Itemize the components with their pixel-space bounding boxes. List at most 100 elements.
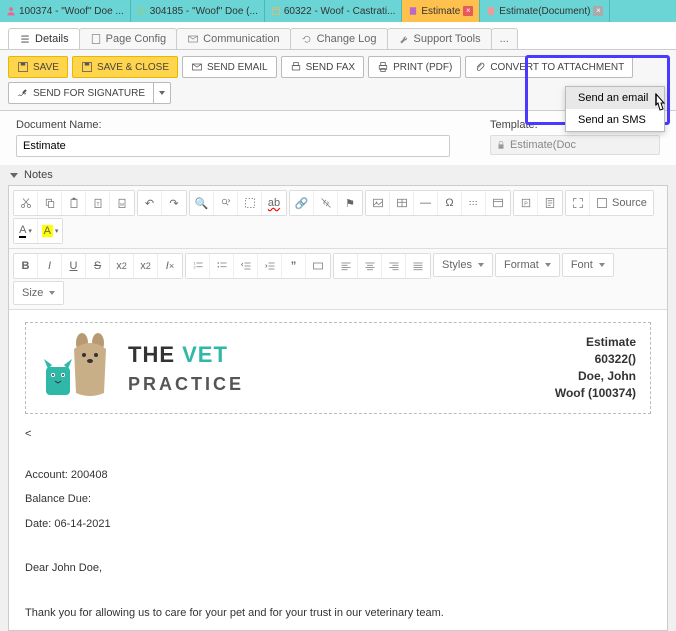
tab-estimate-active[interactable]: Estimate × xyxy=(402,0,480,22)
numbered-list-button[interactable]: 12 xyxy=(186,254,210,278)
format-dropdown[interactable]: Format xyxy=(495,253,560,277)
text-color-button[interactable]: A▾ xyxy=(14,219,38,243)
document-icon xyxy=(486,6,496,16)
bg-color-button[interactable]: A▾ xyxy=(38,219,62,243)
calendar-icon xyxy=(271,6,281,16)
insert-paragraph-button[interactable]: P xyxy=(514,191,538,215)
close-icon[interactable]: × xyxy=(593,6,603,16)
wrench-icon xyxy=(398,33,410,45)
templates-button[interactable] xyxy=(538,191,562,215)
svg-text:2: 2 xyxy=(193,265,195,269)
chevron-down-icon xyxy=(159,91,165,95)
paste-button[interactable] xyxy=(62,191,86,215)
paste-text-button[interactable]: T xyxy=(86,191,110,215)
fax-icon xyxy=(290,61,302,73)
send-signature-button[interactable]: SEND FOR SIGNATURE xyxy=(8,82,153,104)
align-left-button[interactable] xyxy=(334,254,358,278)
tab-details[interactable]: Details xyxy=(8,28,80,49)
tab-estimate-document[interactable]: Estimate(Document) × xyxy=(480,0,610,22)
anchor-button[interactable]: ⚑ xyxy=(338,191,362,215)
practice-logo: THE VET PRACTICE xyxy=(40,333,244,403)
italic-button[interactable]: I xyxy=(38,254,62,278)
spellcheck-button[interactable]: ab xyxy=(262,191,286,215)
document-icon xyxy=(408,6,418,16)
button-label: PRINT (PDF) xyxy=(393,62,452,73)
body-paragraph: Thank you for allowing us to care for yo… xyxy=(25,605,651,622)
select-all-button[interactable] xyxy=(238,191,262,215)
tab-calendar-60322[interactable]: 60322 - Woof - Castrati... xyxy=(265,0,403,22)
send-fax-button[interactable]: SEND FAX xyxy=(281,56,364,78)
tab-support-tools[interactable]: Support Tools xyxy=(387,28,492,49)
size-dropdown[interactable]: Size xyxy=(13,281,64,305)
editor-toolbar-row-2: B I U S x2 x2 I× 12 ” Styles Format Font… xyxy=(9,249,667,310)
maximize-button[interactable] xyxy=(566,191,590,215)
send-signature-dropdown-toggle[interactable] xyxy=(153,82,171,104)
source-button[interactable]: Source xyxy=(590,191,653,215)
align-right-button[interactable] xyxy=(382,254,406,278)
notes-section-header[interactable]: Notes xyxy=(0,165,676,185)
table-button[interactable] xyxy=(390,191,414,215)
close-icon[interactable]: × xyxy=(463,6,473,16)
attachment-icon xyxy=(474,61,486,73)
undo-button[interactable]: ↶ xyxy=(138,191,162,215)
template-icon xyxy=(544,197,556,209)
font-dropdown[interactable]: Font xyxy=(562,253,614,277)
indent-button[interactable] xyxy=(258,254,282,278)
outdent-button[interactable] xyxy=(234,254,258,278)
tab-label: Details xyxy=(35,33,69,45)
unlink-button[interactable] xyxy=(314,191,338,215)
underline-button[interactable]: U xyxy=(62,254,86,278)
lock-icon xyxy=(496,140,506,150)
send-email-button[interactable]: SEND EMAIL xyxy=(182,56,277,78)
convert-attachment-button[interactable]: CONVERT TO ATTACHMENT xyxy=(465,56,633,78)
align-justify-button[interactable] xyxy=(406,254,430,278)
align-center-button[interactable] xyxy=(358,254,382,278)
div-button[interactable] xyxy=(306,254,330,278)
tab-change-log[interactable]: Change Log xyxy=(290,28,388,49)
subscript-button[interactable]: x2 xyxy=(110,254,134,278)
image-button[interactable] xyxy=(366,191,390,215)
table-icon xyxy=(396,197,408,209)
superscript-button[interactable]: x2 xyxy=(134,254,158,278)
pagebreak-button[interactable] xyxy=(462,191,486,215)
blockquote-button[interactable]: ” xyxy=(282,254,306,278)
tab-more[interactable]: ... xyxy=(491,28,518,49)
iframe-icon xyxy=(492,197,504,209)
redo-button[interactable]: ↷ xyxy=(162,191,186,215)
tab-patient-100374[interactable]: 100374 - "Woof" Doe ... xyxy=(0,0,131,22)
copy-icon xyxy=(44,197,56,209)
link-button[interactable]: 🔗 xyxy=(290,191,314,215)
bold-button[interactable]: B xyxy=(14,254,38,278)
chevron-down-icon xyxy=(599,263,605,267)
cut-button[interactable] xyxy=(14,191,38,215)
tab-patient-304185[interactable]: 304185 - "Woof" Doe (... xyxy=(131,0,265,22)
doc-name-input[interactable] xyxy=(16,135,450,157)
dropdown-label: Styles xyxy=(442,259,472,271)
remove-format-button[interactable]: I× xyxy=(158,254,182,278)
chevron-down-icon xyxy=(10,173,18,178)
hr-button[interactable]: — xyxy=(414,191,438,215)
replace-button[interactable] xyxy=(214,191,238,215)
editor-content-area[interactable]: THE VET PRACTICE Estimate 60322() Doe, J… xyxy=(9,310,667,630)
align-left-icon xyxy=(340,260,352,272)
save-close-button[interactable]: SAVE & CLOSE xyxy=(72,56,178,78)
save-button[interactable]: SAVE xyxy=(8,56,68,78)
styles-dropdown[interactable]: Styles xyxy=(433,253,493,277)
print-pdf-button[interactable]: PRINT (PDF) xyxy=(368,56,461,78)
bullet-list-button[interactable] xyxy=(210,254,234,278)
tab-page-config[interactable]: Page Config xyxy=(79,28,178,49)
scissors-icon xyxy=(137,6,147,16)
iframe-button[interactable] xyxy=(486,191,510,215)
copy-button[interactable] xyxy=(38,191,62,215)
balance-line: Balance Due: xyxy=(25,491,651,508)
special-char-button[interactable]: Ω xyxy=(438,191,462,215)
tab-communication[interactable]: Communication xyxy=(176,28,290,49)
tab-label: Estimate(Document) xyxy=(499,6,590,17)
save-icon xyxy=(17,61,29,73)
dropdown-label: Font xyxy=(571,259,593,271)
strike-button[interactable]: S xyxy=(86,254,110,278)
text-color-icon: A xyxy=(19,224,26,238)
paste-word-button[interactable]: W xyxy=(110,191,134,215)
find-button[interactable]: 🔍 xyxy=(190,191,214,215)
tab-label: Communication xyxy=(203,33,279,45)
